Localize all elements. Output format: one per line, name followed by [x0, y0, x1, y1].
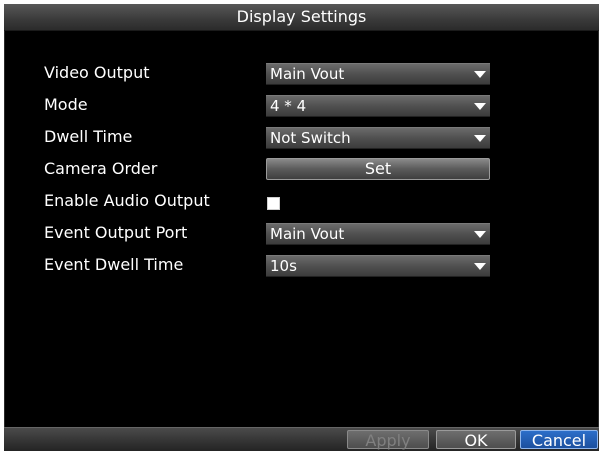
- video-output-value: Main Vout: [270, 65, 345, 83]
- chevron-down-icon: [474, 231, 486, 238]
- event-output-port-label: Event Output Port: [44, 223, 188, 242]
- cancel-button[interactable]: Cancel: [520, 430, 598, 450]
- chevron-down-icon: [474, 263, 486, 270]
- dwell-time-value: Not Switch: [270, 129, 351, 147]
- camera-order-set-button[interactable]: Set: [266, 158, 490, 180]
- event-output-port-value: Main Vout: [270, 225, 345, 243]
- event-output-port-dropdown[interactable]: Main Vout: [266, 223, 490, 245]
- chevron-down-icon: [474, 71, 486, 78]
- apply-button[interactable]: Apply: [347, 430, 429, 450]
- mode-value: 4 * 4: [270, 97, 307, 115]
- enable-audio-output-label: Enable Audio Output: [44, 191, 210, 210]
- ok-button[interactable]: OK: [436, 430, 516, 450]
- video-output-dropdown[interactable]: Main Vout: [266, 63, 490, 85]
- button-bar: Apply OK Cancel: [4, 427, 599, 451]
- chevron-down-icon: [474, 103, 486, 110]
- event-dwell-time-value: 10s: [270, 257, 297, 275]
- mode-dropdown[interactable]: 4 * 4: [266, 95, 490, 117]
- dwell-time-dropdown[interactable]: Not Switch: [266, 127, 490, 149]
- event-dwell-time-dropdown[interactable]: 10s: [266, 255, 490, 277]
- dwell-time-label: Dwell Time: [44, 127, 133, 146]
- display-settings-dialog: Display Settings Video Output Main Vout …: [4, 4, 599, 451]
- chevron-down-icon: [474, 135, 486, 142]
- video-output-label: Video Output: [44, 63, 150, 82]
- camera-order-label: Camera Order: [44, 159, 158, 178]
- event-dwell-time-label: Event Dwell Time: [44, 255, 184, 274]
- title-bar: Display Settings: [4, 4, 599, 31]
- dialog-title: Display Settings: [236, 7, 367, 26]
- enable-audio-output-checkbox[interactable]: [267, 197, 280, 210]
- mode-label: Mode: [44, 95, 88, 114]
